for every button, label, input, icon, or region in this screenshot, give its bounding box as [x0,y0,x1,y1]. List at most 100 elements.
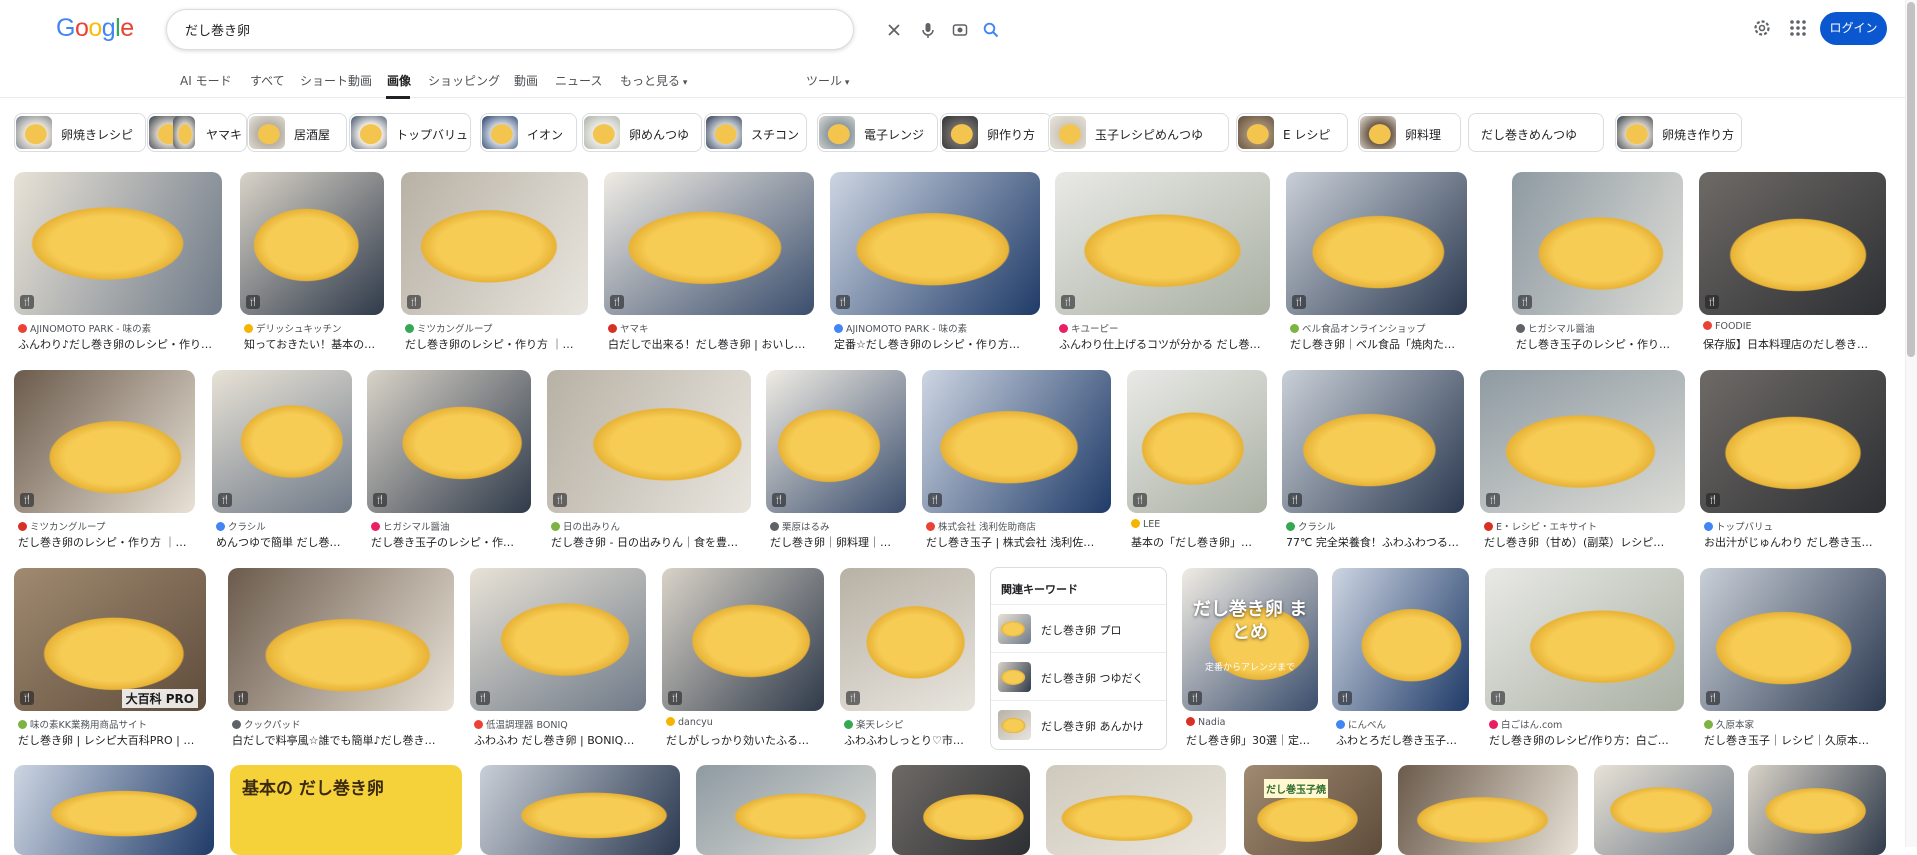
scrollbar-thumb[interactable] [1907,2,1915,357]
image-result[interactable]: 🍴 トップバリュ お出汁がじゅんわり だし巻き玉… [1700,370,1886,561]
tab-2[interactable]: ショート動画 [300,72,372,89]
result-source[interactable]: FOODIE [1703,321,1884,332]
login-button[interactable]: ログイン [1820,12,1887,45]
result-title[interactable]: だし巻き卵｜ベル食品「焼肉たれ」… [1290,336,1465,352]
tab-7[interactable]: もっと見る ▾ [620,72,687,89]
result-thumbnail[interactable]: 🍴 [766,370,906,513]
image-result[interactable]: 🍴 AJINOMOTO PARK - 味の素 ふんわり♪だし巻き卵のレシピ・作り… [14,172,222,363]
result-thumbnail[interactable]: 🍴 大百科 PRO [14,568,206,711]
result-source[interactable]: ミツカングループ [18,519,193,533]
search-box[interactable]: だし巻き卵 [166,9,999,50]
result-source[interactable]: 日の出みりん [551,519,749,533]
image-result[interactable]: 🍴 クックパッド 白だしで料亭風☆誰でも簡単♪だし巻き… [228,568,454,759]
image-result[interactable]: 🍴 クラシル 77℃ 完全栄養食！ふわふわつる… [1282,370,1464,561]
clear-icon[interactable] [885,21,903,39]
result-thumbnail[interactable]: 🍴 [1480,370,1685,513]
result-thumbnail[interactable]: 🍴 [1485,568,1684,711]
result-source[interactable]: ベル食品オンラインショップ [1290,321,1465,335]
result-thumbnail[interactable]: 🍴 [662,568,824,711]
result-title[interactable]: だし巻き玉子のレシピ・作… [371,534,529,550]
result-title[interactable]: ふわふわしっとり♡市… [844,732,973,748]
result-source[interactable]: 栗原はるみ [770,519,904,533]
result-title[interactable]: ふんわり♪だし巻き卵のレシピ・作り… [18,336,220,352]
result-thumbnail[interactable]: 🍴 [470,568,646,711]
image-result[interactable] [1398,765,1578,855]
result-source[interactable]: 楽天レシピ [844,717,973,731]
result-thumbnail[interactable]: 🍴 [14,370,195,513]
image-result[interactable]: 基本の だし巻き卵 [230,765,462,855]
image-result[interactable]: 🍴 FOODIE 保存版】日本料理店のだし巻き… [1699,172,1886,363]
result-title[interactable]: 77℃ 完全栄養食！ふわふわつる… [1286,534,1462,550]
result-title[interactable]: ふわふわ だし巻き卵 | BONIQ… [474,732,644,748]
image-result[interactable]: 🍴 クラシル めんつゆで簡単 だし巻… [212,370,352,561]
result-title[interactable]: だし巻き卵」30選｜定… [1186,732,1316,748]
result-thumbnail[interactable]: 🍴 [547,370,751,513]
image-result[interactable]: 🍴 にんべん ふわとろだし巻き玉子… [1332,568,1469,759]
google-logo[interactable]: Google [56,14,134,43]
image-result[interactable]: 🍴 ミツカングループ だし巻き卵のレシピ・作り方 ｜… [14,370,195,561]
image-result[interactable]: 🍴 ミツカングループ だし巻き卵のレシピ・作り方 ｜… [401,172,588,363]
result-title[interactable]: だし巻き玉子 | 株式会社 浅利佐… [926,534,1109,550]
image-result[interactable]: 🍴 キユーピー ふんわり仕上げるコツが分かる だし巻… [1055,172,1270,363]
result-title[interactable]: 基本の「だし巻き卵」… [1131,534,1265,550]
result-title[interactable]: だしがしっかり効いたふる… [666,732,822,748]
image-result[interactable] [1046,765,1226,855]
result-thumbnail[interactable]: 🍴 [1332,568,1469,711]
result-thumbnail[interactable]: 🍴 [1700,370,1886,513]
result-source[interactable]: デリッシュキッチン [244,321,382,335]
tab-4[interactable]: ショッピング [428,72,500,89]
tab-8[interactable]: ツール ▾ [806,72,849,89]
chip-8[interactable]: 卵作り方 [940,113,1052,152]
result-source[interactable]: E・レシピ・エキサイト [1484,519,1683,533]
result-title[interactable]: ふわとろだし巻き玉子… [1336,732,1467,748]
image-result[interactable]: 🍴 AJINOMOTO PARK - 味の素 定番☆だし巻き卵のレシピ・作り方… [830,172,1040,363]
lens-camera-icon[interactable] [951,21,969,39]
result-source[interactable]: AJINOMOTO PARK - 味の素 [18,321,220,335]
result-title[interactable]: だし巻き玉子｜レシピ｜久原本… [1704,732,1884,748]
image-result[interactable]: 🍴 ベル食品オンラインショップ だし巻き卵｜ベル食品「焼肉たれ」… [1286,172,1467,363]
chip-3[interactable]: トップバリュ [349,113,471,152]
result-source[interactable]: 株式会社 浅利佐助商店 [926,519,1109,533]
result-thumbnail[interactable]: 🍴 [1127,370,1267,513]
chip-0[interactable]: 卵焼きレシピ [14,113,146,152]
image-result[interactable]: 🍴 ヒガシマル醤油 だし巻き玉子のレシピ・作… [367,370,531,561]
result-title[interactable]: 定番☆だし巻き卵のレシピ・作り方… [834,336,1038,352]
result-source[interactable]: クラシル [216,519,350,533]
chip-1[interactable]: ヤマキ [147,113,247,152]
result-title[interactable]: めんつゆで簡単 だし巻… [216,534,350,550]
result-source[interactable]: クックパッド [232,717,452,731]
result-source[interactable]: AJINOMOTO PARK - 味の素 [834,321,1038,335]
image-result[interactable]: 🍴 ヤマキ 白だしで出来る！だし巻き卵 | おいし… [604,172,814,363]
result-thumbnail[interactable]: 🍴 [830,172,1040,315]
chip-11[interactable]: 卵料理 [1358,113,1461,152]
result-source[interactable]: Nadia [1186,717,1316,728]
related-keyword-item[interactable]: だし巻き卵 つゆだく [991,652,1166,700]
result-source[interactable]: クラシル [1286,519,1462,533]
chip-4[interactable]: イオン [480,113,577,152]
search-input[interactable]: だし巻き卵 [185,20,250,39]
result-source[interactable]: 久原本家 [1704,717,1884,731]
tab-5[interactable]: 動画 [514,72,538,89]
result-thumbnail[interactable]: 🍴 [14,172,222,315]
result-title[interactable]: だし巻き卵のレシピ/作り方：白ご… [1489,732,1682,748]
image-result[interactable]: 🍴 デリッシュキッチン 知っておきたい！基本の… [240,172,384,363]
result-source[interactable]: LEE [1131,519,1265,530]
result-source[interactable]: ヒガシマル醤油 [371,519,529,533]
result-title[interactable]: だし巻き卵｜卵料理｜… [770,534,904,550]
result-thumbnail[interactable]: 🍴 [1699,172,1886,315]
chip-13[interactable]: 卵焼き作り方 [1615,113,1742,152]
tab-6[interactable]: ニュース [555,72,602,89]
image-result[interactable]: 🍴 E・レシピ・エキサイト だし巻き卵（甘め）(副菜）レシピ… [1480,370,1685,561]
result-thumbnail[interactable]: 🍴 [228,568,454,711]
image-result[interactable]: 🍴 株式会社 浅利佐助商店 だし巻き玉子 | 株式会社 浅利佐… [922,370,1111,561]
result-title[interactable]: 知っておきたい！基本の… [244,336,382,352]
related-keyword-item[interactable]: だし巻き卵 プロ [991,604,1166,652]
result-thumbnail[interactable]: 🍴 [367,370,531,513]
result-source[interactable]: トップバリュ [1704,519,1884,533]
tab-3[interactable]: 画像 [387,72,411,89]
image-result[interactable]: 🍴 日の出みりん だし巻き卵 - 日の出みりん｜食を豊… [547,370,751,561]
result-title[interactable]: だし巻き玉子のレシピ・作り… [1516,336,1681,352]
result-source[interactable]: ヒガシマル醤油 [1516,321,1681,335]
result-thumbnail[interactable]: 🍴 [1282,370,1464,513]
result-thumbnail[interactable]: 🍴 [840,568,975,711]
